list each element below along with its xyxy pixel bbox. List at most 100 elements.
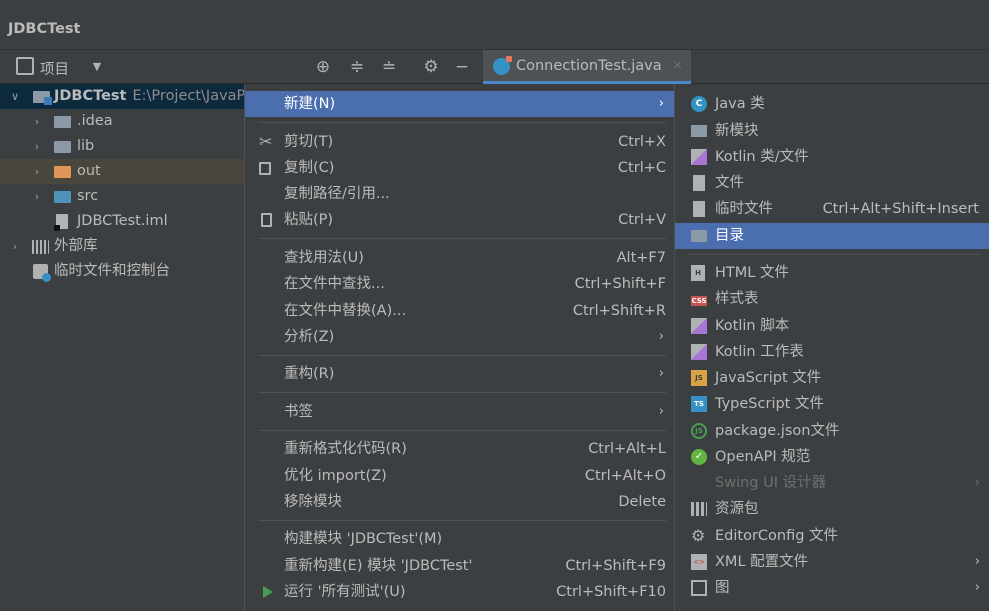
scratch-icon xyxy=(33,264,51,282)
tree-item-idea[interactable]: › .idea xyxy=(0,109,244,134)
submenu-item-html-file[interactable]: H HTML 文件 xyxy=(675,260,989,286)
submenu-item-label: 临时文件 xyxy=(715,201,773,217)
tree-item-lib[interactable]: › lib xyxy=(0,134,244,159)
css-file-icon: CSS xyxy=(691,296,707,306)
submenu-item-javascript-file[interactable]: JS JavaScript 文件 xyxy=(675,365,989,391)
submenu-item-label: Kotlin 工作表 xyxy=(715,344,804,360)
submenu-item-file[interactable]: 文件 xyxy=(675,170,989,196)
submenu-item-label: OpenAPI 规范 xyxy=(715,449,811,465)
menu-item-optimize-imports[interactable]: 优化 import(Z) Ctrl+Alt+O xyxy=(245,463,674,489)
submenu-item-xml-config[interactable]: <> XML 配置文件 › xyxy=(675,549,989,575)
tree-item-external-libs[interactable]: › 外部库 xyxy=(0,234,244,259)
menu-item-build-module[interactable]: 构建模块 'JDBCTest'(M) xyxy=(245,526,674,552)
tree-item-scratches[interactable]: 临时文件和控制台 xyxy=(0,259,244,284)
submenu-item-directory[interactable]: 目录 xyxy=(675,223,989,249)
submenu-item-resource-bundle[interactable]: 资源包 xyxy=(675,496,989,522)
chevron-right-icon[interactable]: › xyxy=(8,234,22,259)
source-folder-icon xyxy=(54,191,71,203)
menu-item-find-in-files[interactable]: 在文件中查找... Ctrl+Shift+F xyxy=(245,271,674,297)
html-file-icon: H xyxy=(691,265,705,281)
chevron-right-icon[interactable]: › xyxy=(30,184,44,209)
menu-item-copy[interactable]: 复制(C) Ctrl+C xyxy=(245,155,674,181)
chevron-right-icon[interactable]: › xyxy=(30,134,44,159)
java-class-icon: C xyxy=(691,96,707,112)
submenu-item-openapi[interactable]: ✓ OpenAPI 规范 xyxy=(675,444,989,470)
expand-all-icon[interactable]: ≑ xyxy=(346,56,368,78)
tree-item-label: JDBCTest.iml xyxy=(77,213,168,229)
submenu-item-typescript-file[interactable]: TS TypeScript 文件 xyxy=(675,391,989,417)
menu-item-label: 优化 import(Z) xyxy=(284,468,387,484)
chevron-right-icon[interactable]: › xyxy=(30,159,44,184)
menu-item-copy-path[interactable]: 复制路径/引用... xyxy=(245,181,674,207)
tree-root[interactable]: ∨ JDBCTest E:\Project\JavaP xyxy=(0,84,244,109)
tree-item-label: src xyxy=(77,188,99,204)
submenu-item-swing-ui-designer[interactable]: Swing UI 设计器 › xyxy=(675,470,989,496)
submenu-item-label: 目录 xyxy=(715,228,744,244)
chevron-right-icon: › xyxy=(974,554,980,569)
project-title: JDBCTest xyxy=(8,21,81,37)
tree-item-iml[interactable]: JDBCTest.iml xyxy=(0,209,244,234)
menu-item-new[interactable]: 新建(N) › xyxy=(245,91,674,117)
divider xyxy=(258,430,666,431)
submenu-item-label: Kotlin 类/文件 xyxy=(715,149,809,165)
gear-icon[interactable]: ⚙ xyxy=(420,56,442,78)
close-icon[interactable]: × xyxy=(672,58,683,73)
menu-item-shortcut: Ctrl+X xyxy=(618,134,666,150)
submenu-item-package-json[interactable]: JS package.json文件 xyxy=(675,418,989,444)
hide-icon[interactable]: − xyxy=(451,56,473,78)
locate-icon[interactable]: ⊕ xyxy=(312,56,334,78)
submenu-item-label: EditorConfig 文件 xyxy=(715,528,839,544)
xml-file-icon: <> xyxy=(691,554,707,570)
menu-item-bookmarks[interactable]: 书签 › xyxy=(245,399,674,425)
submenu-item-stylesheet[interactable]: CSS 样式表 xyxy=(675,286,989,312)
tab-connection-test[interactable]: ConnectionTest.java × xyxy=(483,50,691,84)
menu-item-replace-in-files[interactable]: 在文件中替换(A)... Ctrl+Shift+R xyxy=(245,298,674,324)
submenu-item-new-module[interactable]: 新模块 xyxy=(675,118,989,144)
submenu-item-label: 新模块 xyxy=(715,123,759,139)
menu-item-remove-module[interactable]: 移除模块 Delete xyxy=(245,489,674,515)
submenu-item-label: HTML 文件 xyxy=(715,265,789,281)
menu-item-cut[interactable]: ✂ 剪切(T) Ctrl+X xyxy=(245,129,674,155)
kotlin-script-icon xyxy=(691,318,707,334)
menu-item-shortcut: Ctrl+Shift+R xyxy=(572,303,666,319)
tree-item-out[interactable]: › out xyxy=(0,159,244,184)
folder-icon xyxy=(691,230,707,242)
chevron-right-icon: › xyxy=(658,366,664,381)
menu-item-label: 复制(C) xyxy=(284,160,335,176)
menu-item-analyze[interactable]: 分析(Z) › xyxy=(245,324,674,350)
menu-item-label: 在文件中查找... xyxy=(284,276,385,292)
submenu-item-kotlin-script[interactable]: Kotlin 脚本 xyxy=(675,313,989,339)
divider xyxy=(687,254,982,255)
submenu-item-scratch-file[interactable]: 临时文件 Ctrl+Alt+Shift+Insert xyxy=(675,196,989,222)
menu-item-run-all-tests[interactable]: 运行 '所有测试'(U) Ctrl+Shift+F10 xyxy=(245,579,674,605)
chevron-right-icon[interactable]: › xyxy=(30,109,44,134)
menu-item-find-usages[interactable]: 查找用法(U) Alt+F7 xyxy=(245,245,674,271)
run-icon xyxy=(263,586,273,598)
tree-root-path: E:\Project\JavaP xyxy=(132,88,245,104)
copy-icon xyxy=(259,162,271,175)
menu-item-label: 构建模块 'JDBCTest'(M) xyxy=(284,531,443,547)
submenu-item-label: 图 xyxy=(715,580,730,596)
chevron-right-icon: › xyxy=(658,329,664,344)
submenu-item-kotlin-worksheet[interactable]: Kotlin 工作表 xyxy=(675,339,989,365)
collapse-all-icon[interactable]: ≐ xyxy=(378,56,400,78)
chevron-right-icon: › xyxy=(658,404,664,419)
submenu-item-kotlin-class[interactable]: Kotlin 类/文件 xyxy=(675,144,989,170)
submenu-item-editorconfig[interactable]: ⚙ EditorConfig 文件 xyxy=(675,523,989,549)
submenu-item-diagram[interactable]: 图 › xyxy=(675,575,989,601)
folder-icon xyxy=(54,116,71,128)
menu-item-shortcut: Ctrl+V xyxy=(618,212,666,228)
menu-item-label: 书签 xyxy=(284,404,313,420)
menu-item-label: 在文件中替换(A)... xyxy=(284,303,407,319)
menu-item-refactor[interactable]: 重构(R) › xyxy=(245,361,674,387)
menu-item-paste[interactable]: 粘贴(P) Ctrl+V xyxy=(245,207,674,233)
dropdown-chevron-icon[interactable]: ▼ xyxy=(86,56,108,78)
chevron-down-icon[interactable]: ∨ xyxy=(8,84,22,109)
project-view-label[interactable]: 项目 xyxy=(40,58,69,79)
menu-item-reformat[interactable]: 重新格式化代码(R) Ctrl+Alt+L xyxy=(245,436,674,462)
tree-item-src[interactable]: › src xyxy=(0,184,244,209)
module-folder-icon xyxy=(33,91,52,105)
paste-icon xyxy=(261,213,272,227)
submenu-item-java-class[interactable]: C Java 类 xyxy=(675,91,989,117)
menu-item-rebuild-module[interactable]: 重新构建(E) 模块 'JDBCTest' Ctrl+Shift+F9 xyxy=(245,553,674,579)
